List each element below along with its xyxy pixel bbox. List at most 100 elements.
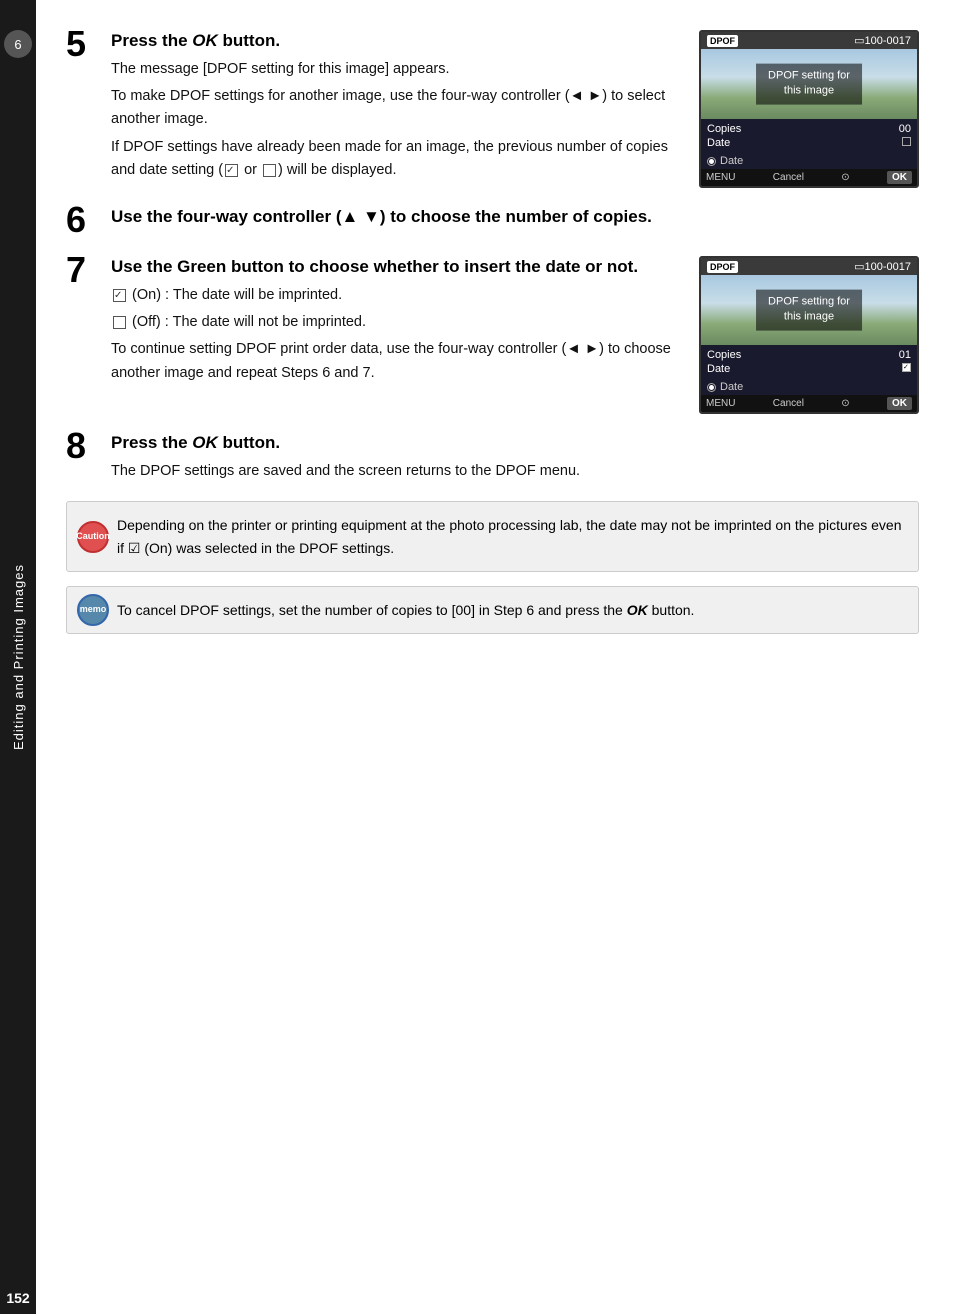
step-5-number: 5 — [66, 26, 111, 62]
cam2-settings: Copies 01 Date — [701, 345, 917, 379]
step-6-row: 6 Use the four-way controller (▲ ▼) to c… — [66, 206, 919, 238]
cam2-date-text: Date — [720, 381, 743, 393]
memo-icon: memo — [77, 594, 109, 626]
cam2-date-checkbox — [902, 363, 911, 375]
cam2-date-row: Date — [707, 362, 911, 376]
caution-icon: Caution — [77, 521, 109, 553]
cam1-overlay-line1: DPOF setting for — [768, 69, 850, 84]
cam1-radio-filled — [707, 157, 716, 166]
memo-text-prefix: To cancel DPOF settings, set the number … — [117, 602, 627, 618]
cam1-date-unchecked — [902, 137, 911, 146]
memo-ok: OK — [627, 602, 648, 618]
step-5-title-prefix: Press the — [111, 31, 192, 50]
step-7-image: DPOF ▭100-0017 DPOF setting for this ima… — [699, 256, 919, 414]
step-7-number: 7 — [66, 252, 111, 288]
cam1-copies-row: Copies 00 — [707, 122, 911, 136]
check-icon-filled — [225, 164, 238, 177]
step-7-text: Use the Green button to choose whether t… — [111, 256, 683, 389]
step-7-body: (On) : The date will be imprinted. (Off)… — [111, 284, 683, 385]
cam1-settings: Copies 00 Date — [701, 119, 917, 153]
cam2-image-area: DPOF setting for this image — [701, 275, 917, 345]
caution-text: Depending on the printer or printing equ… — [117, 514, 904, 559]
step-5-line-3: If DPOF settings have already been made … — [111, 136, 683, 182]
cam2-radio-filled — [707, 383, 716, 392]
cam1-dpof-icon: DPOF — [707, 35, 738, 47]
step-5-row: 5 Press the OK button. The message [DPOF… — [66, 30, 919, 188]
step-5-line-2: To make DPOF settings for another image,… — [111, 85, 683, 131]
step-7-content: Use the Green button to choose whether t… — [111, 256, 919, 414]
step-8-number: 8 — [66, 428, 111, 464]
step-5-title-suffix: button. — [218, 31, 280, 50]
cam2-top-bar: DPOF ▭100-0017 — [701, 258, 917, 275]
step-7-line-3: To continue setting DPOF print order dat… — [111, 338, 683, 384]
cam2-copies-value: 01 — [899, 349, 911, 361]
page-number: 152 — [0, 1282, 36, 1314]
cam1-frame-number: ▭100-0017 — [854, 34, 911, 47]
step-7-row: 7 Use the Green button to choose whether… — [66, 256, 919, 414]
caution-note: Caution Depending on the printer or prin… — [66, 501, 919, 572]
cam2-date-indicator: Date — [701, 379, 917, 395]
step-8-title: Press the OK button. — [111, 432, 919, 454]
cam1-bottom-bar: MENU Cancel ⊙ OK — [701, 169, 917, 186]
memo-text: To cancel DPOF settings, set the number … — [117, 599, 904, 621]
cam2-nav-icon: ⊙ — [841, 398, 849, 409]
chapter-number: 6 — [4, 30, 32, 58]
cam2-date-label: Date — [707, 363, 730, 375]
step-7-with-image: Use the Green button to choose whether t… — [111, 256, 919, 414]
step-7-title: Use the Green button to choose whether t… — [111, 256, 683, 278]
step-5-ok: OK — [192, 31, 218, 50]
cam1-overlay-line2: this image — [768, 84, 850, 99]
cam1-ok-button: OK — [887, 171, 912, 184]
cam1-menu-label: MENU — [706, 172, 735, 183]
cam1-overlay: DPOF setting for this image — [756, 64, 862, 105]
cam2-overlay-line2: this image — [768, 310, 850, 325]
cam2-overlay-line1: DPOF setting for — [768, 295, 850, 310]
cam1-copies-label: Copies — [707, 123, 741, 135]
cam1-date-text: Date — [720, 155, 743, 167]
cam2-overlay: DPOF setting for this image — [756, 290, 862, 331]
cam1-copies-value: 00 — [899, 123, 911, 135]
camera-screen-2: DPOF ▭100-0017 DPOF setting for this ima… — [699, 256, 919, 414]
step-7-line-1: (On) : The date will be imprinted. — [111, 284, 683, 307]
step-7-line-2: (Off) : The date will not be imprinted. — [111, 311, 683, 334]
cam1-date-checkbox — [902, 137, 911, 149]
step-8-title-prefix: Press the — [111, 433, 192, 452]
step7-check-off — [113, 316, 126, 329]
step-8-title-suffix: button. — [218, 433, 280, 452]
cam2-dpof-icon: DPOF — [707, 261, 738, 273]
cam2-menu-label: MENU — [706, 398, 735, 409]
main-content: 5 Press the OK button. The message [DPOF… — [36, 0, 954, 1314]
step-6-content: Use the four-way controller (▲ ▼) to cho… — [111, 206, 919, 234]
step-6-title: Use the four-way controller (▲ ▼) to cho… — [111, 206, 919, 228]
cam2-bottom-bar: MENU Cancel ⊙ OK — [701, 395, 917, 412]
step-8-ok: OK — [192, 433, 218, 452]
cam1-image-area: DPOF setting for this image — [701, 49, 917, 119]
step-5-image: DPOF ▭100-0017 DPOF setting for this ima… — [699, 30, 919, 188]
cam1-date-label: Date — [707, 137, 730, 149]
cam2-cancel-label: Cancel — [773, 398, 804, 409]
check-icon-empty — [263, 164, 276, 177]
cam2-date-checked — [902, 363, 911, 372]
step-5-body: The message [DPOF setting for this image… — [111, 58, 683, 182]
step-8-row: 8 Press the OK button. The DPOF settings… — [66, 432, 919, 483]
step-6-number: 6 — [66, 202, 111, 238]
memo-note: memo To cancel DPOF settings, set the nu… — [66, 586, 919, 634]
cam2-frame-number: ▭100-0017 — [854, 260, 911, 273]
step-5-text: Press the OK button. The message [DPOF s… — [111, 30, 683, 186]
cam2-copies-label: Copies — [707, 349, 741, 361]
cam1-top-bar: DPOF ▭100-0017 — [701, 32, 917, 49]
sidebar: 6 Editing and Printing Images 152 — [0, 0, 36, 1314]
chapter-label: Editing and Printing Images — [11, 564, 26, 750]
cam1-date-indicator: Date — [701, 153, 917, 169]
step-8-body-text: The DPOF settings are saved and the scre… — [111, 460, 919, 483]
cam2-copies-row: Copies 01 — [707, 348, 911, 362]
step-5-line-1: The message [DPOF setting for this image… — [111, 58, 683, 81]
memo-text-suffix: button. — [648, 602, 695, 618]
cam2-ok-button: OK — [887, 397, 912, 410]
camera-screen-1: DPOF ▭100-0017 DPOF setting for this ima… — [699, 30, 919, 188]
cam1-cancel-label: Cancel — [773, 172, 804, 183]
step-5-title: Press the OK button. — [111, 30, 683, 52]
step-5-with-image: Press the OK button. The message [DPOF s… — [111, 30, 919, 188]
cam1-nav-icon: ⊙ — [841, 172, 849, 183]
step-5-content: Press the OK button. The message [DPOF s… — [111, 30, 919, 188]
